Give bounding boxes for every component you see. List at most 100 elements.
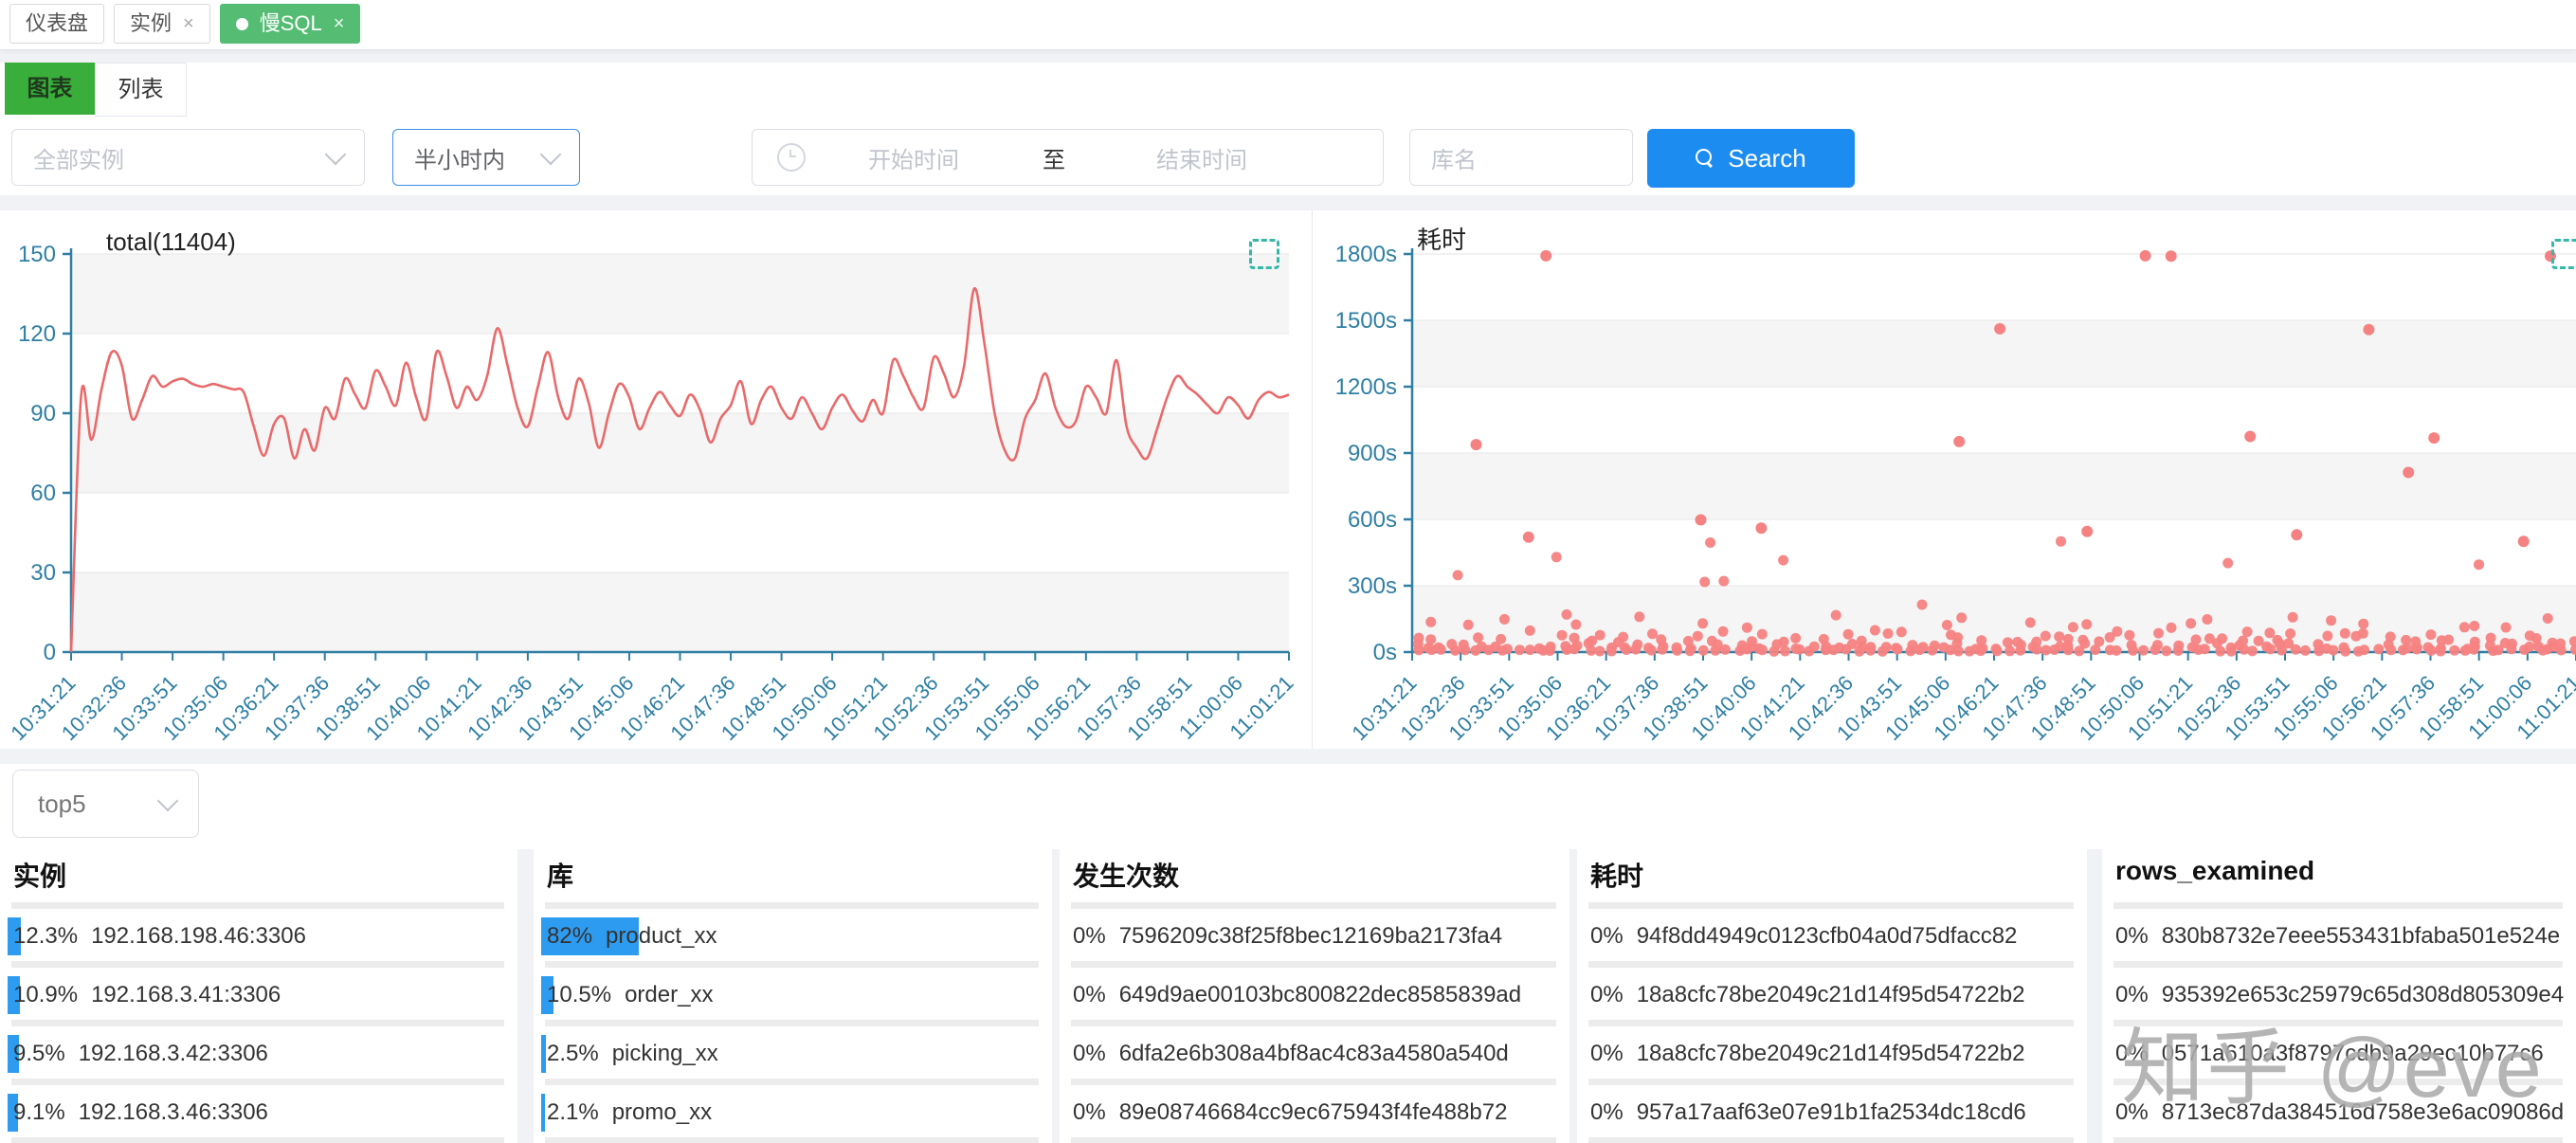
- row-percent: 9.5%: [13, 1041, 65, 1066]
- end-time-input[interactable]: 结束时间: [1156, 141, 1247, 174]
- table-row[interactable]: 12.3% 192.168.198.46:3306: [8, 916, 506, 957]
- row-separator: [545, 902, 1039, 909]
- svg-text:30: 30: [30, 560, 56, 586]
- row-label: 192.168.3.41:3306: [91, 982, 281, 1007]
- row-label: 7596209c38f25f8bec12169ba2173fa4: [1119, 923, 1502, 949]
- time-range-select[interactable]: 半小时内: [392, 129, 580, 186]
- table-row[interactable]: 0%89e08746684cc9ec675943f4fe488b72: [1067, 1092, 1558, 1134]
- topn-select[interactable]: top5: [12, 770, 199, 838]
- window-tab-2[interactable]: 实例×: [114, 4, 210, 44]
- start-time-input[interactable]: 开始时间: [868, 141, 959, 174]
- row-percent: 10.5%: [547, 982, 611, 1007]
- row-separator: [11, 1079, 504, 1085]
- row-text: 0%649d9ae00103bc800822dec8585839ad: [1067, 982, 1521, 1008]
- row-percent: 10.9%: [13, 982, 78, 1007]
- row-percent: 0%: [1590, 1099, 1624, 1125]
- duration-scatter-chart: 1800s1500s1200s900s600s300s0s10:31:2110:…: [1313, 210, 2576, 749]
- row-separator: [545, 961, 1039, 968]
- close-icon[interactable]: ×: [183, 14, 194, 33]
- row-text: 2.5%picking_xx: [541, 1041, 718, 1067]
- view-tab-2[interactable]: 列表: [95, 63, 187, 117]
- table-row[interactable]: 0%649d9ae00103bc800822dec8585839ad: [1067, 974, 1558, 1016]
- divider-strip-filters: [0, 195, 2576, 210]
- row-text: 0%18a8cfc78be2049c21d14f95d54722b2: [1585, 1041, 2024, 1067]
- row-separator: [1588, 1079, 2074, 1085]
- row-percent: 0%: [1073, 923, 1106, 949]
- topn-select-value: top5: [38, 789, 86, 819]
- table-row[interactable]: 0%6dfa2e6b308a4bf8ac4c83a4580a540d: [1067, 1033, 1558, 1075]
- datetime-range-picker[interactable]: 开始时间 至 结束时间: [752, 129, 1384, 186]
- window-tab-3[interactable]: 慢SQL×: [220, 4, 361, 44]
- row-separator: [1588, 961, 2074, 968]
- chart-restore-icon[interactable]: [2551, 239, 2576, 269]
- svg-text:1800s: 1800s: [1335, 242, 1397, 267]
- row-text: 9.1%192.168.3.46:3306: [8, 1099, 268, 1126]
- db-name-input[interactable]: 库名: [1409, 129, 1633, 186]
- table-row[interactable]: 0%18a8cfc78be2049c21d14f95d54722b2: [1585, 1033, 2076, 1075]
- instance-select[interactable]: 全部实例: [11, 129, 365, 186]
- window-tab-1[interactable]: 仪表盘: [9, 4, 104, 44]
- close-icon[interactable]: ×: [334, 14, 345, 33]
- table-row[interactable]: 10.5%order_xx: [541, 974, 1041, 1016]
- svg-text:1500s: 1500s: [1335, 308, 1397, 334]
- row-text: 0% 7596209c38f25f8bec12169ba2173fa4: [1067, 923, 1502, 950]
- table-row[interactable]: 82%product_xx: [541, 916, 1041, 957]
- row-separator: [1071, 1137, 1556, 1143]
- row-label: 192.168.3.42:3306: [79, 1041, 268, 1066]
- active-dot-icon: [236, 18, 248, 30]
- svg-text:90: 90: [30, 401, 56, 426]
- table-row[interactable]: 0% 7596209c38f25f8bec12169ba2173fa4: [1067, 916, 1558, 957]
- table-row[interactable]: 10.9% 192.168.3.41:3306: [8, 974, 506, 1016]
- table-row[interactable]: 2.5%picking_xx: [541, 1033, 1041, 1075]
- row-label: 192.168.198.46:3306: [91, 923, 306, 949]
- chevron-down-icon: [325, 144, 347, 166]
- row-text: 2.1%promo_xx: [541, 1099, 712, 1126]
- row-label: 18a8cfc78be2049c21d14f95d54722b2: [1637, 1041, 2025, 1066]
- column-gutter: [2087, 849, 2102, 1143]
- row-separator: [1588, 902, 2074, 909]
- row-separator: [2113, 902, 2563, 909]
- row-text: 12.3% 192.168.198.46:3306: [8, 923, 306, 950]
- column-gutter: [1052, 849, 1060, 1143]
- row-separator: [1071, 902, 1556, 909]
- svg-text:1200s: 1200s: [1335, 374, 1397, 400]
- table-row[interactable]: 0%94f8dd4949c0123cfb04a0d75dfacc82: [1585, 916, 2076, 957]
- row-percent: 12.3%: [13, 923, 78, 949]
- chevron-down-icon: [540, 144, 562, 166]
- window-tab-label: 仪表盘: [26, 5, 88, 43]
- search-icon: [1696, 149, 1714, 168]
- row-text: 10.9% 192.168.3.41:3306: [8, 982, 281, 1008]
- column-header-4: 耗时: [1590, 856, 1643, 894]
- table-row[interactable]: 0%830b8732e7eee553431bfaba501e524e: [2110, 916, 2565, 957]
- view-tab-1[interactable]: 图表: [5, 63, 95, 115]
- row-label: 94f8dd4949c0123cfb04a0d75dfacc82: [1637, 923, 2018, 949]
- svg-text:60: 60: [30, 481, 56, 506]
- row-label: product_xx: [606, 923, 717, 949]
- watermark: 知乎 @eve: [2121, 1001, 2544, 1121]
- slow-sql-dashboard: 仪表盘实例×慢SQL× 图表列表 全部实例 半小时内 开始时间 至 结束时间 库…: [0, 0, 2576, 1143]
- table-row[interactable]: 9.5% 192.168.3.42:3306: [8, 1033, 506, 1075]
- chart-title: total(11404): [106, 227, 236, 256]
- x-axis-labels: 10:31:2110:32:3610:33:5110:35:0610:36:21…: [6, 671, 1297, 745]
- db-name-placeholder: 库名: [1431, 141, 1477, 174]
- table-row[interactable]: 2.1%promo_xx: [541, 1092, 1041, 1134]
- table-row[interactable]: 0%18a8cfc78be2049c21d14f95d54722b2: [1585, 974, 2076, 1016]
- row-percent: 0%: [1073, 982, 1106, 1007]
- row-label: 6dfa2e6b308a4bf8ac4c83a4580a540d: [1119, 1041, 1509, 1066]
- row-separator: [545, 1137, 1039, 1143]
- table-row[interactable]: 0%957a17aaf63e07e91b1fa2534dc18cd6: [1585, 1092, 2076, 1134]
- svg-text:0s: 0s: [1373, 640, 1397, 665]
- chart-restore-icon[interactable]: [1249, 239, 1279, 269]
- time-range-value: 半小时内: [414, 141, 505, 174]
- row-label: 830b8732e7eee553431bfaba501e524e: [2162, 923, 2560, 949]
- grid: [1412, 254, 2576, 586]
- y-axis-labels: 1501209060300: [18, 242, 56, 665]
- column-header-1: 实例: [13, 856, 66, 894]
- row-text: 0%89e08746684cc9ec675943f4fe488b72: [1067, 1099, 1507, 1126]
- search-button[interactable]: Search: [1647, 129, 1855, 188]
- row-separator: [1071, 961, 1556, 968]
- row-separator: [545, 1020, 1039, 1026]
- table-row[interactable]: 9.1%192.168.3.46:3306: [8, 1092, 506, 1134]
- y-axis-labels: 1800s1500s1200s900s600s300s0s: [1335, 242, 1397, 665]
- chevron-down-icon: [157, 790, 179, 812]
